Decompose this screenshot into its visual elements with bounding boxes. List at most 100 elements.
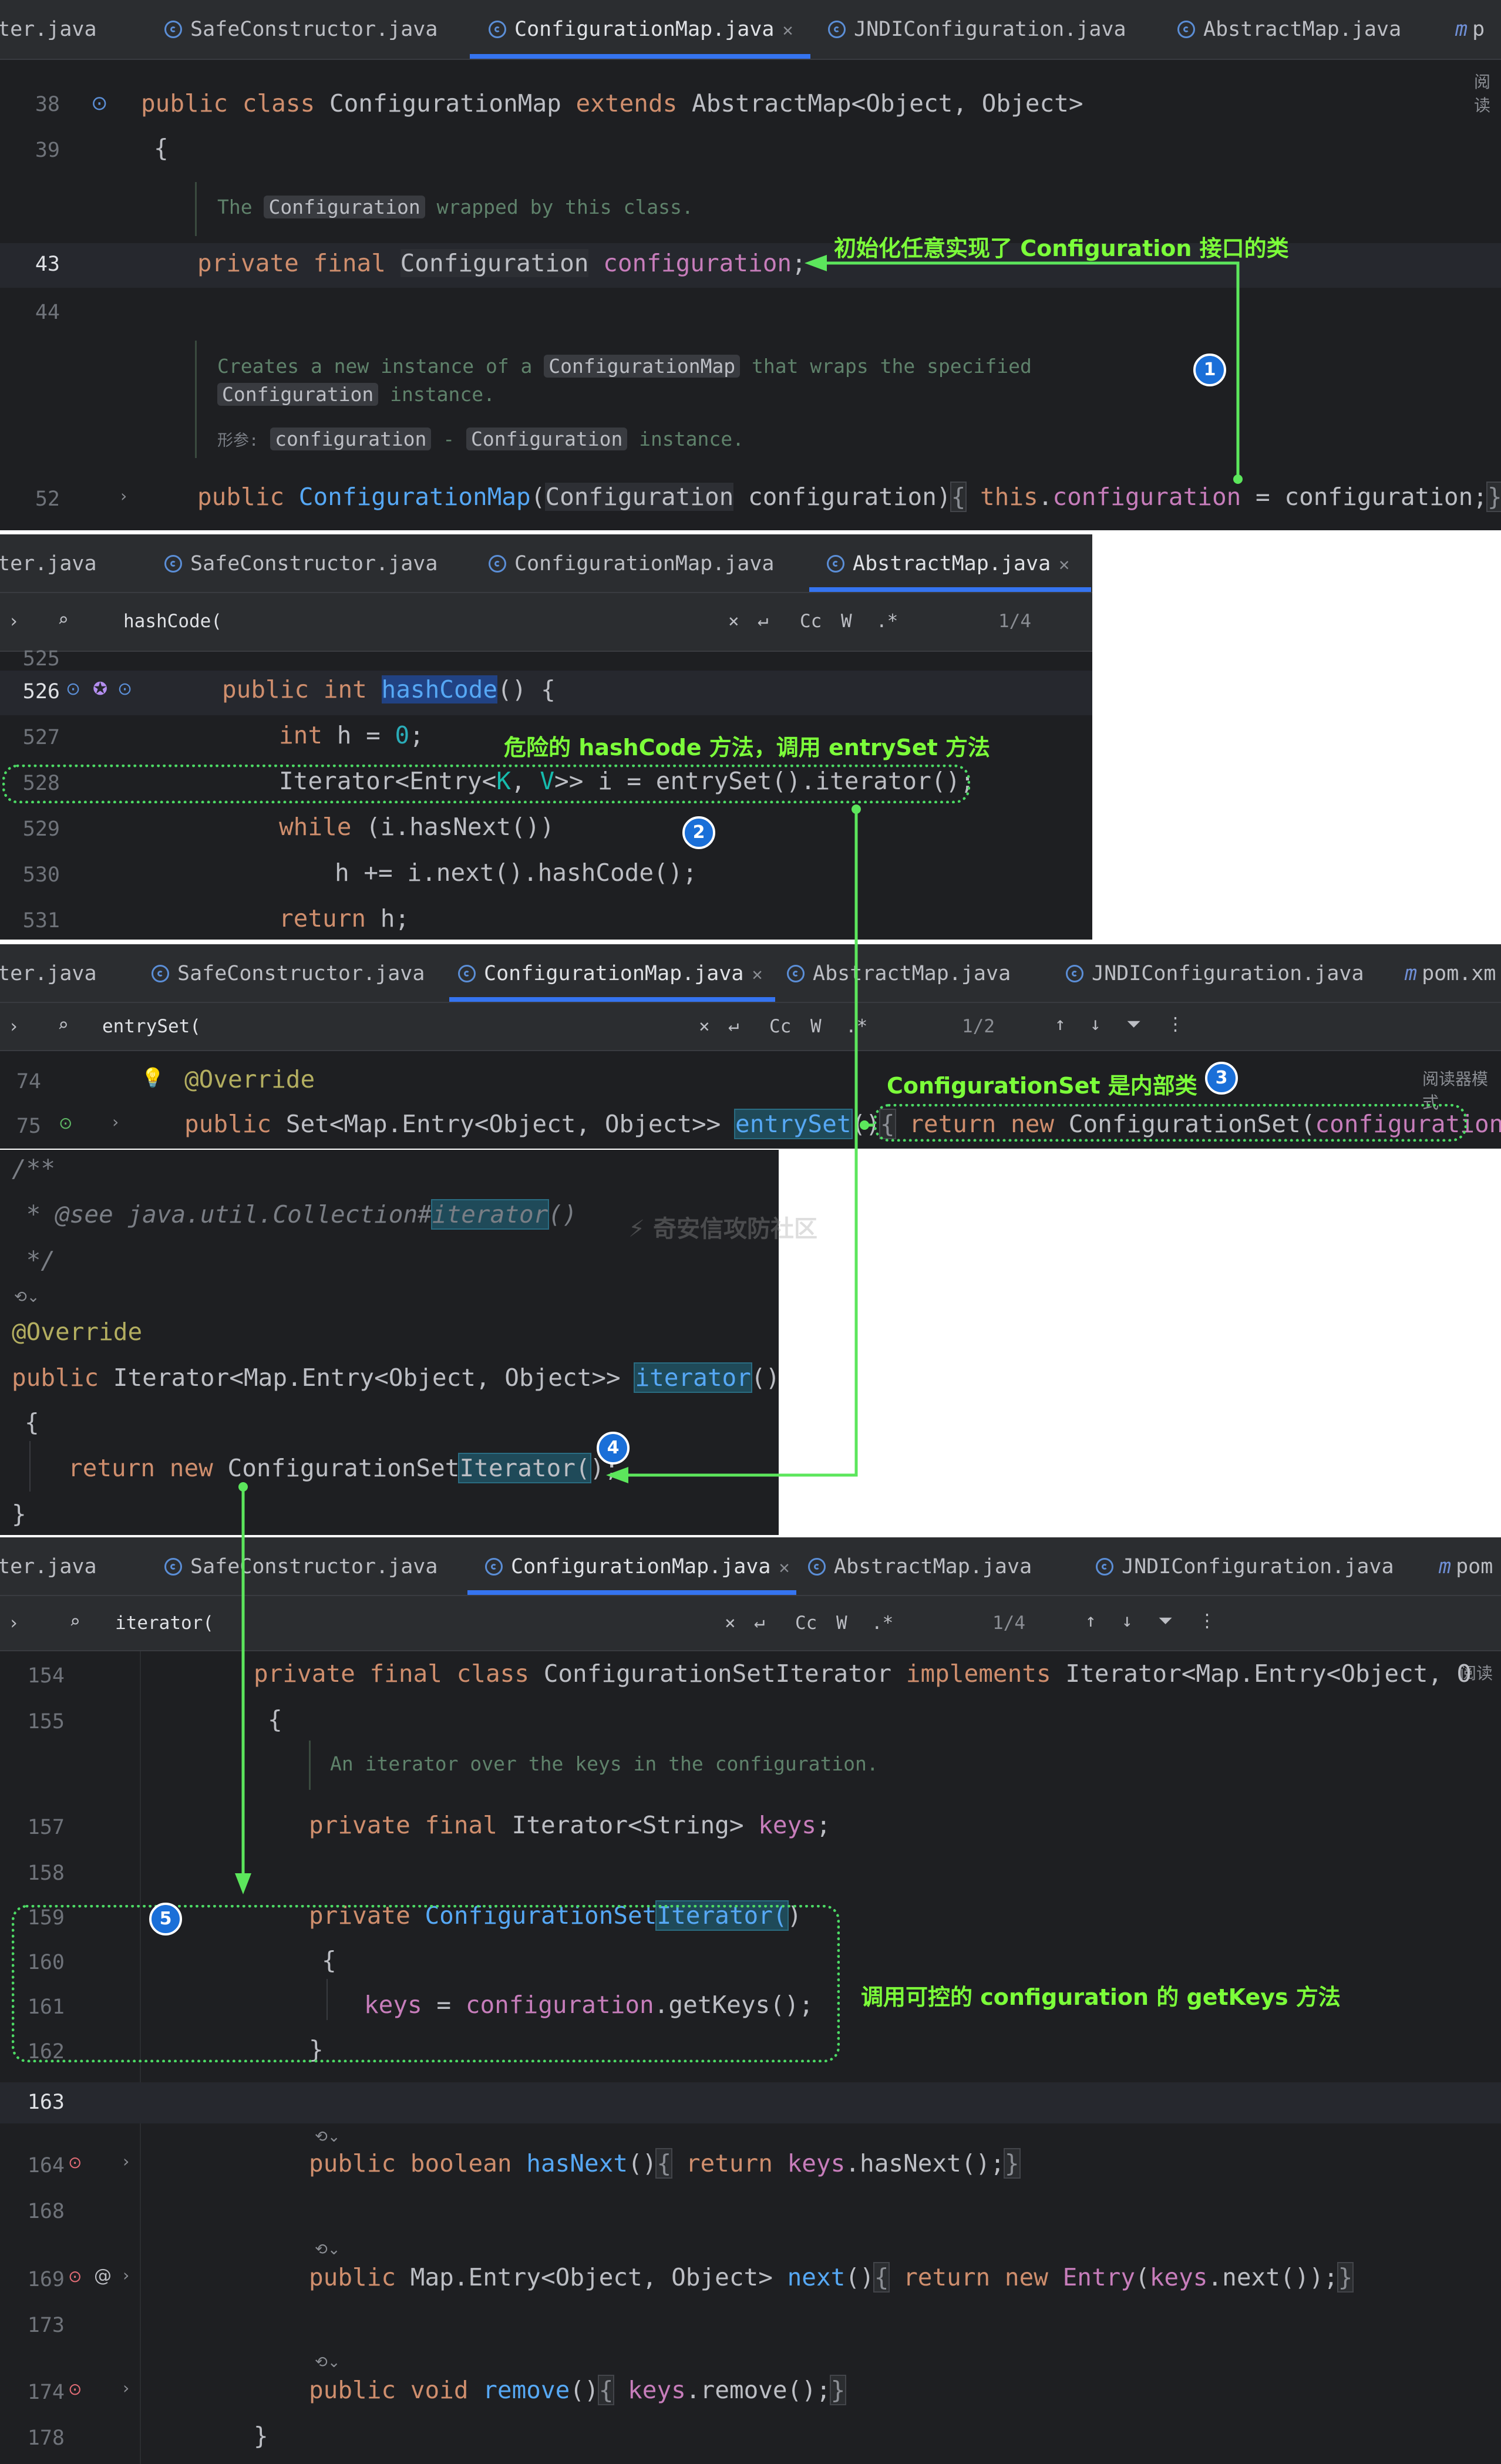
tab-safeconstructor[interactable]: SafeConstructor.java [164,552,437,575]
filter-icon[interactable]: ⏷ [1126,1014,1141,1035]
implements-marker-icon[interactable]: ⊙ [68,2267,82,2286]
next-match-icon[interactable]: ↓ [1090,1014,1101,1035]
close-icon[interactable]: ✕ [1059,554,1069,575]
line-number: 527 [22,726,60,749]
implements-marker-icon[interactable]: ⊙ [68,2379,82,2399]
maven-icon: m [1455,18,1468,41]
tab-partial[interactable]: ter.java [0,18,97,41]
tab-partial[interactable]: ter.java [0,552,97,575]
fold-chevron-icon[interactable]: › [121,2266,131,2285]
expand-chevron-icon[interactable]: › [8,1613,19,1634]
tab-bar: ter.java SafeConstructor.java Configurat… [0,1537,1501,1596]
more-options-icon[interactable]: ⋮ [1198,1610,1216,1631]
search-input[interactable]: entrySet( [102,1016,201,1037]
hide-documentation-icon[interactable]: ⟲⌄ [14,1288,40,1306]
code-line: @Override [12,1318,143,1346]
override-marker-icon[interactable]: ⊙ [91,92,108,115]
fold-chevron-icon[interactable]: › [119,486,129,506]
step-badge-1: 1 [1193,354,1226,386]
tab-partial[interactable]: ter.java [0,1555,97,1578]
clear-search-icon[interactable]: × [699,1016,710,1037]
tab-safeconstructor[interactable]: SafeConstructor.java [164,18,437,41]
close-icon[interactable]: ✕ [783,20,793,41]
reader-mode-hint[interactable]: 阅读 [1474,69,1501,116]
fold-chevron-icon[interactable]: › [110,1112,120,1132]
override-marker-icon[interactable]: ⊙ [66,679,80,699]
class-icon [1066,965,1083,982]
newline-icon[interactable]: ↵ [758,610,769,631]
code-line-hashcode: public int hashCode() { [222,675,556,703]
maven-icon: m [1405,962,1418,985]
tab-partial[interactable]: ter.java [0,962,97,985]
tab-configurationmap[interactable]: ConfigurationMap.java ✕ [458,962,763,985]
tab-configurationmap[interactable]: ConfigurationMap.java [489,552,775,575]
hide-documentation-icon[interactable]: ⟲⌄ [315,2241,341,2258]
line-number: 154 [27,1664,65,1688]
match-case-toggle[interactable]: Cc [795,1613,817,1634]
tab-configurationmap[interactable]: ConfigurationMap.java ✕ [489,18,793,41]
tab-abstractmap[interactable]: AbstractMap.java [808,1555,1032,1578]
implements-marker-icon[interactable]: ⊙ [68,2153,82,2172]
tab-jndiconfiguration[interactable]: JNDIConfiguration.java [1066,962,1364,985]
watermark: ⚡ 奇安信攻防社区 [628,1216,818,1243]
regex-toggle[interactable]: .* [876,611,898,632]
search-input[interactable]: hashCode( [123,611,222,632]
expand-chevron-icon[interactable]: › [8,1016,19,1037]
tab-configurationmap[interactable]: ConfigurationMap.java ✕ [485,1555,790,1578]
regex-toggle[interactable]: .* [846,1016,867,1037]
annotation-note-1: 初始化任意实现了 Configuration 接口的类 [834,235,1289,261]
doc-comment-bar [195,182,197,236]
close-icon[interactable]: ✕ [752,964,763,985]
newline-icon[interactable]: ↵ [728,1015,739,1036]
tab-pom[interactable]: m pom.xm [1405,962,1496,985]
regex-toggle[interactable]: .* [871,1613,893,1634]
clear-search-icon[interactable]: × [728,611,739,632]
more-options-icon[interactable]: ⋮ [1166,1014,1184,1035]
code-line-iterator: public Iterator<Map.Entry<Object, Object… [12,1362,779,1393]
override-marker-icon[interactable]: ⊙ [59,1113,72,1133]
tab-safeconstructor[interactable]: SafeConstructor.java [164,1555,437,1578]
at-annotation-icon[interactable]: @ [94,2266,112,2286]
hide-documentation-icon[interactable]: ⟲⌄ [315,2354,341,2371]
doc-comment: An iterator over the keys in the configu… [330,1752,879,1775]
close-icon[interactable]: ✕ [779,1557,790,1578]
next-match-icon[interactable]: ↓ [1122,1610,1133,1631]
tab-jndiconfiguration[interactable]: JNDIConfiguration.java [1096,1555,1394,1578]
match-case-toggle[interactable]: Cc [769,1016,791,1037]
hide-documentation-icon[interactable]: ⟲⌄ [315,2128,341,2146]
tab-pom[interactable]: m pom [1439,1555,1493,1578]
previous-match-icon[interactable]: ↑ [1085,1610,1096,1631]
clear-search-icon[interactable]: × [725,1613,736,1634]
code-line: { [25,1408,39,1436]
tab-pom[interactable]: mp [1455,18,1485,41]
match-case-toggle[interactable]: Cc [800,611,822,632]
line-number: 168 [27,2200,65,2223]
line-number: 530 [22,863,60,887]
code-line: private final Iterator<String> keys; [309,1811,831,1839]
line-number: 531 [22,909,60,933]
class-icon [1177,21,1195,38]
search-input[interactable]: iterator( [115,1613,214,1634]
filter-icon[interactable]: ⏷ [1158,1610,1173,1632]
fold-chevron-icon[interactable]: › [121,2378,131,2398]
doc-comment: Configuration instance. [217,383,495,406]
line-number: 39 [35,139,60,162]
lightbulb-icon[interactable]: 💡 [141,1066,164,1089]
tab-abstractmap[interactable]: AbstractMap.java ✕ [827,552,1069,575]
expand-chevron-icon[interactable]: › [8,611,19,632]
tab-abstractmap[interactable]: AbstractMap.java [787,962,1011,985]
whole-word-toggle[interactable]: W [841,611,852,632]
class-icon [164,555,182,573]
tab-jndiconfiguration[interactable]: JNDIConfiguration.java [828,18,1126,41]
fold-chevron-icon[interactable]: › [121,2152,131,2171]
previous-match-icon[interactable]: ↑ [1055,1014,1066,1035]
step-badge-5: 5 [149,1903,182,1935]
recursive-call-icon[interactable]: ✪ [93,679,107,699]
newline-icon[interactable]: ↵ [754,1611,765,1632]
tab-abstractmap[interactable]: AbstractMap.java [1177,18,1401,41]
tab-safeconstructor[interactable]: SafeConstructor.java [152,962,425,985]
class-icon [827,555,844,573]
whole-word-toggle[interactable]: W [810,1016,822,1037]
implementation-marker-icon[interactable]: ⊙ [117,679,132,699]
whole-word-toggle[interactable]: W [836,1613,847,1634]
